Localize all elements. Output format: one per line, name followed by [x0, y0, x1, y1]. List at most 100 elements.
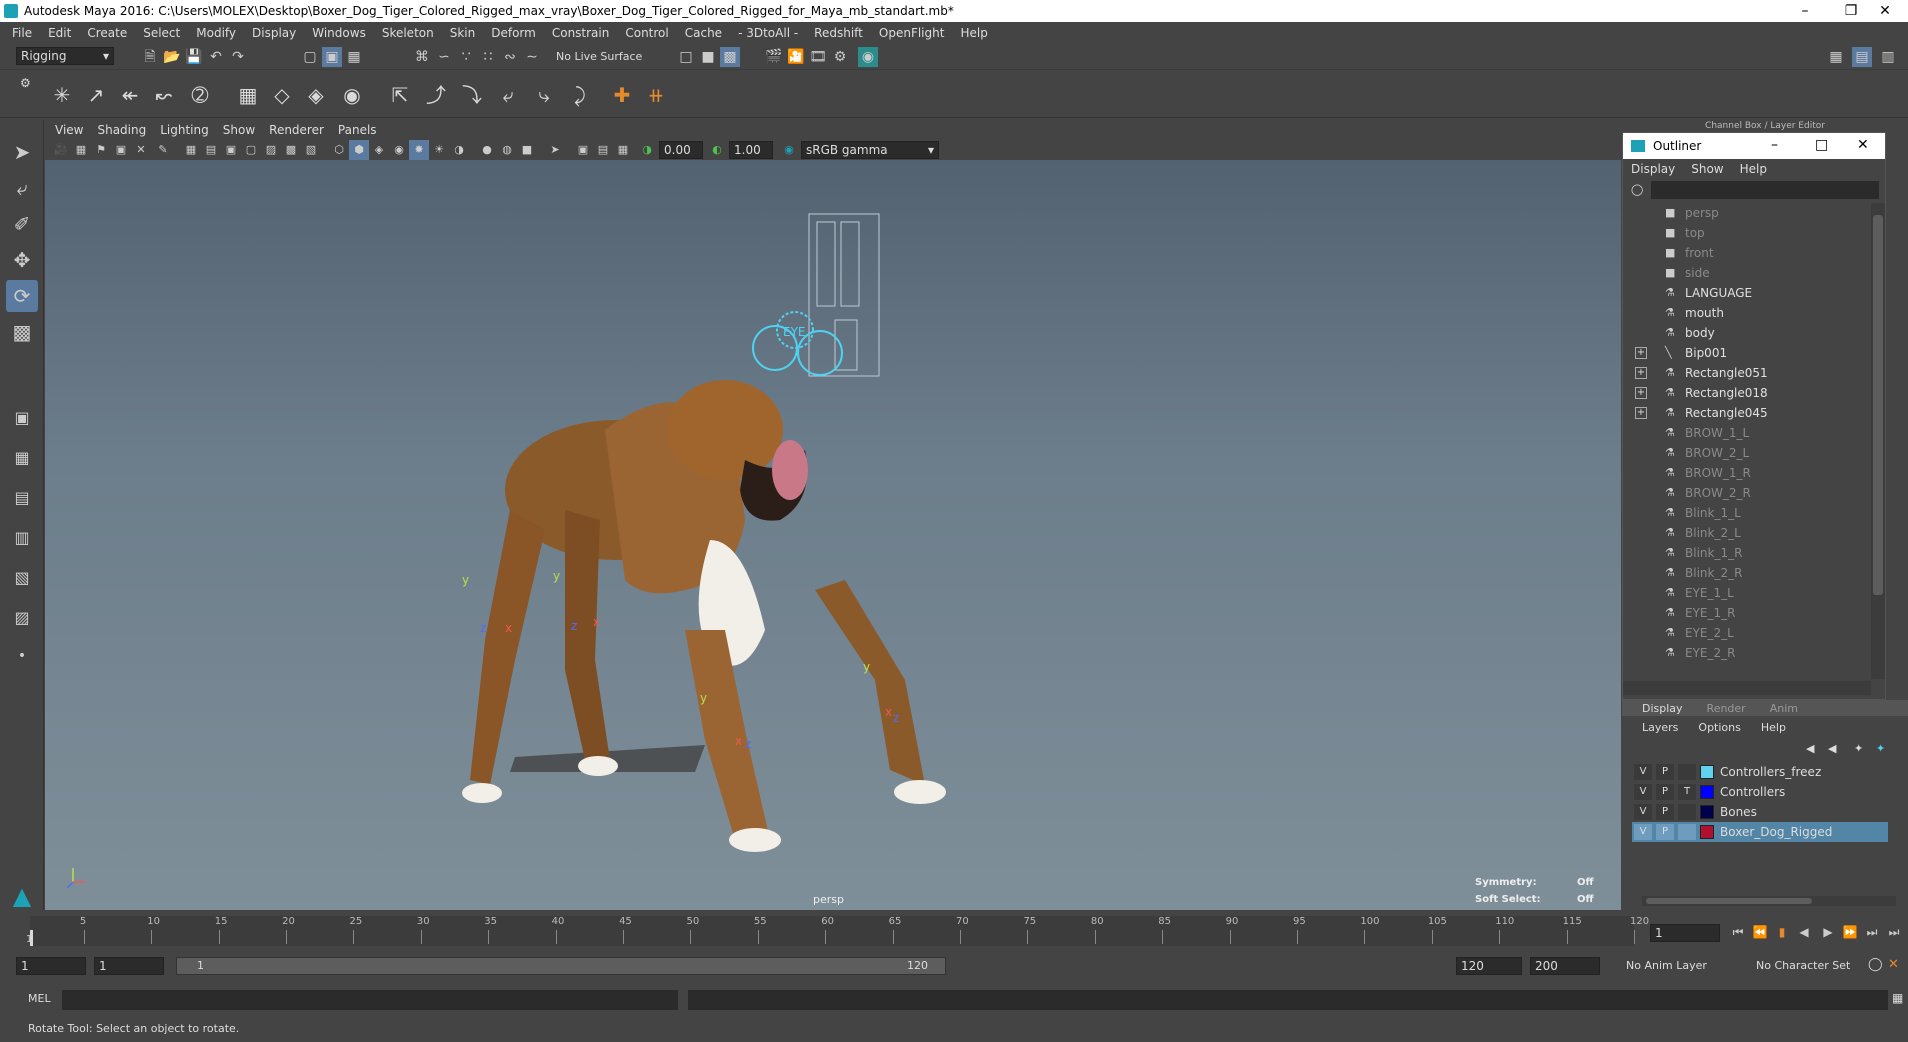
- tab-render[interactable]: Render: [1707, 702, 1746, 715]
- save-scene-icon[interactable]: 💾: [184, 47, 204, 67]
- viewport-menu-shading[interactable]: Shading: [97, 123, 146, 137]
- outliner-item[interactable]: + ⚗ Rectangle051: [1623, 363, 1863, 383]
- viewport-menu-view[interactable]: View: [55, 123, 83, 137]
- multisample-icon[interactable]: ◍: [497, 140, 517, 160]
- snap-grid-icon[interactable]: ⌘: [412, 47, 432, 67]
- filter-icon[interactable]: ◯: [1631, 183, 1643, 196]
- rotate-tool-icon[interactable]: ⟳: [6, 280, 38, 312]
- ipr-render-icon[interactable]: 🎞: [808, 47, 828, 67]
- outliner-scroll-thumb[interactable]: [1873, 215, 1883, 595]
- close-button[interactable]: ✕: [1862, 0, 1908, 22]
- scale-tool-icon[interactable]: ▩: [6, 316, 38, 348]
- lattice-icon[interactable]: ◇: [266, 79, 298, 111]
- xray-icon[interactable]: ▣: [573, 140, 593, 160]
- layer-color-swatch[interactable]: [1700, 765, 1714, 779]
- anim-layer-label[interactable]: No Anim Layer: [1626, 959, 1707, 972]
- outliner-item[interactable]: ■ front: [1623, 243, 1863, 263]
- blendshape-icon[interactable]: ⤶: [492, 79, 524, 111]
- render-view-icon[interactable]: 🎬: [764, 47, 784, 67]
- image-plane-icon[interactable]: ▣: [111, 140, 131, 160]
- gamma-field[interactable]: 1.00: [729, 141, 773, 159]
- expand-icon[interactable]: +: [1635, 387, 1647, 399]
- menu-deform[interactable]: Deform: [483, 26, 544, 40]
- layer-hscrollbar[interactable]: [1642, 896, 1896, 906]
- outliner-item[interactable]: ⚗ Blink_1_R: [1623, 543, 1863, 563]
- use-lights-icon[interactable]: ✸: [409, 140, 429, 160]
- viewport-menu-show[interactable]: Show: [223, 123, 255, 137]
- exposure-field[interactable]: 0.00: [659, 141, 703, 159]
- ambient-occlusion-icon[interactable]: ◑: [449, 140, 469, 160]
- outliner-item[interactable]: ■ top: [1623, 223, 1863, 243]
- input-ops-icon[interactable]: □: [676, 47, 696, 67]
- constraint-icon[interactable]: ⤸: [564, 79, 596, 111]
- layer-menu-options[interactable]: Options: [1698, 721, 1740, 734]
- wrap-icon[interactable]: ◈: [300, 79, 332, 111]
- outliner-item[interactable]: ⚗ EYE_2_L: [1623, 623, 1863, 643]
- output-ops-icon[interactable]: ■: [698, 47, 718, 67]
- layer-color-swatch[interactable]: [1700, 825, 1714, 839]
- xray-joints-icon[interactable]: ▤: [593, 140, 613, 160]
- auto-key-icon[interactable]: ◯: [1868, 957, 1883, 972]
- layer-scroll-thumb[interactable]: [1646, 898, 1812, 904]
- wireframe-icon[interactable]: ⬡: [329, 140, 349, 160]
- outliner-item[interactable]: + ⚗ Rectangle045: [1623, 403, 1863, 423]
- play-backward-icon[interactable]: ◀: [1794, 922, 1814, 942]
- shadows-icon[interactable]: ☀: [429, 140, 449, 160]
- outliner-item[interactable]: ⚗ EYE_2_R: [1623, 643, 1863, 663]
- construction-history-icon[interactable]: ▩: [720, 47, 740, 67]
- channel-box-toggle-icon[interactable]: ▥: [1878, 47, 1898, 67]
- field-chart-icon[interactable]: ▨: [261, 140, 281, 160]
- tab-anim[interactable]: Anim: [1770, 702, 1798, 715]
- single-pane-layout-icon[interactable]: ▣: [6, 402, 38, 434]
- graph-layout-icon[interactable]: ▧: [6, 562, 38, 594]
- custom-layout-icon[interactable]: •: [6, 640, 38, 672]
- menu-redshift[interactable]: Redshift: [806, 26, 871, 40]
- minimize-icon[interactable]: –: [1771, 137, 1778, 153]
- gate-mask-icon[interactable]: ▢: [241, 140, 261, 160]
- new-layer-selected-icon[interactable]: ✦: [1876, 742, 1885, 755]
- aim-constraint-icon[interactable]: ⧺: [640, 79, 672, 111]
- current-frame-field[interactable]: 1: [1650, 924, 1720, 942]
- hypershade-icon[interactable]: ◉: [858, 47, 878, 67]
- move-layer-down-icon[interactable]: ◀: [1828, 742, 1836, 755]
- textured-icon[interactable]: ◉: [389, 140, 409, 160]
- layer-playback-toggle[interactable]: P: [1656, 764, 1674, 780]
- outliner-item[interactable]: ⚗ EYE_1_L: [1623, 583, 1863, 603]
- lasso-tool-icon[interactable]: ⤶: [6, 172, 38, 204]
- time-slider[interactable]: 5 10 15 20 25 30 35 40 45 50 55 60 65 70 75 80 85 90 95 100…: [0, 912, 1908, 952]
- ik-spline-icon[interactable]: ↞: [114, 79, 146, 111]
- layer-display-type-toggle[interactable]: [1678, 804, 1696, 820]
- color-space-dropdown[interactable]: sRGB gamma ▾: [801, 141, 939, 159]
- expand-icon[interactable]: +: [1635, 347, 1647, 359]
- menu-openflight[interactable]: OpenFlight: [871, 26, 953, 40]
- undo-icon[interactable]: ↶: [206, 47, 226, 67]
- outliner-item[interactable]: ⚗ LANGUAGE: [1623, 283, 1863, 303]
- attribute-editor-toggle-icon[interactable]: ▤: [1852, 47, 1872, 67]
- locator-icon[interactable]: ➁: [184, 79, 216, 111]
- scene-end-field[interactable]: 200: [1530, 957, 1600, 975]
- menu-modify[interactable]: Modify: [188, 26, 244, 40]
- ik-handle-icon[interactable]: ↗: [80, 79, 112, 111]
- menu-display[interactable]: Display: [244, 26, 304, 40]
- go-to-start-icon[interactable]: ⏮: [1728, 922, 1748, 942]
- select-object-icon[interactable]: ▣: [322, 47, 342, 67]
- menu-cache[interactable]: Cache: [677, 26, 730, 40]
- snap-surface-icon[interactable]: ∼: [522, 47, 542, 67]
- insert-joint-icon[interactable]: ↜: [148, 79, 180, 111]
- outliner-item[interactable]: ⚗ EYE_1_R: [1623, 603, 1863, 623]
- menu-skeleton[interactable]: Skeleton: [374, 26, 442, 40]
- open-scene-icon[interactable]: 📂: [162, 47, 182, 67]
- live-surface-label[interactable]: No Live Surface: [556, 50, 642, 63]
- layer-display-type-toggle[interactable]: [1678, 764, 1696, 780]
- xray-components-icon[interactable]: ▦: [613, 140, 633, 160]
- menu-skin[interactable]: Skin: [442, 26, 484, 40]
- layer-row[interactable]: V P Boxer_Dog_Rigged: [1632, 822, 1888, 842]
- outliner-menu-display[interactable]: Display: [1631, 162, 1675, 176]
- outliner-item[interactable]: ⚗ Blink_2_R: [1623, 563, 1863, 583]
- outliner-menu-help[interactable]: Help: [1740, 162, 1767, 176]
- character-set-label[interactable]: No Character Set: [1756, 959, 1850, 972]
- snap-view-icon[interactable]: ∾: [500, 47, 520, 67]
- time-ruler[interactable]: 5 10 15 20 25 30 35 40 45 50 55 60 65 70 75 80 85 90 95 100…: [30, 916, 1649, 946]
- anim-prefs-icon[interactable]: ✕: [1888, 957, 1899, 972]
- outliner-item[interactable]: + ╲ Bip001: [1623, 343, 1863, 363]
